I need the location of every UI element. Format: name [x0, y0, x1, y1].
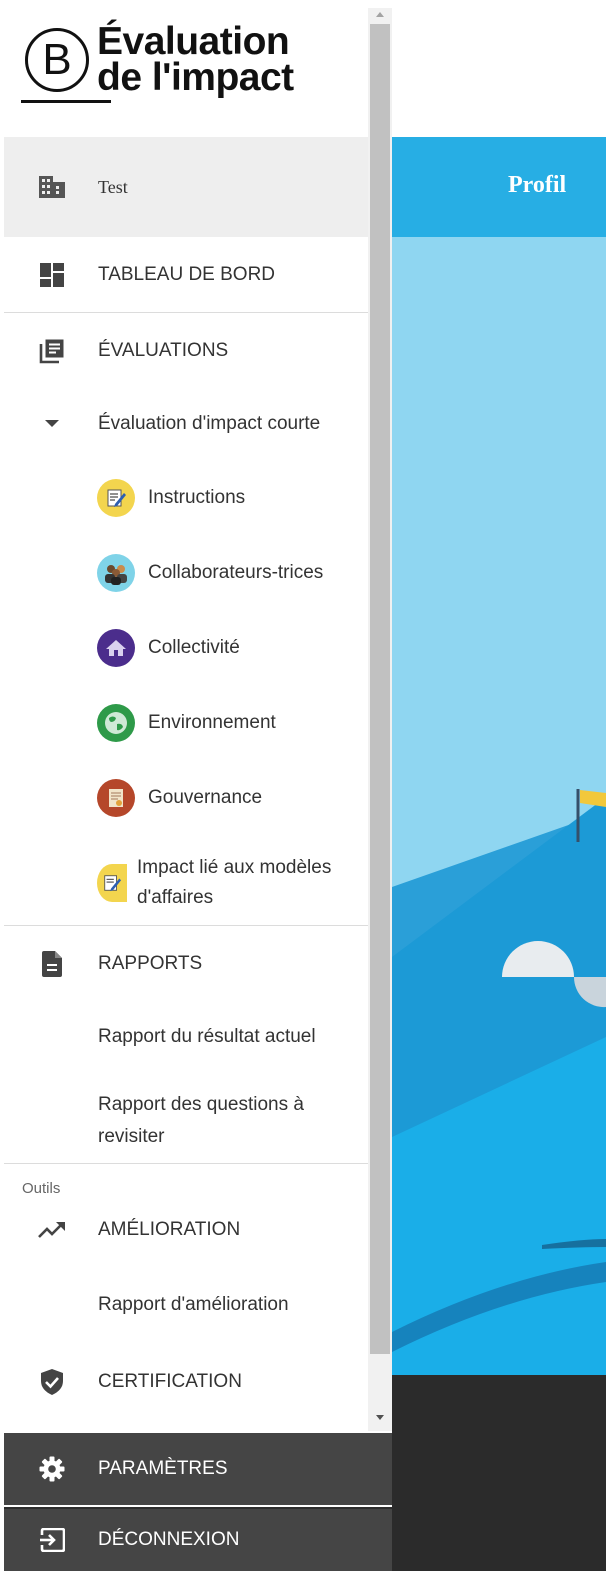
divider [4, 1163, 368, 1164]
logout-icon [38, 1526, 66, 1554]
sidebar-scroll-area: B Évaluation de l'impact Test TABLEAU DE… [4, 8, 368, 1431]
sidebar-item-label: CERTIFICATION [98, 1371, 242, 1392]
sidebar-item-instructions[interactable]: Instructions [4, 463, 368, 533]
sidebar-item-evaluation-group[interactable]: Évaluation d'impact courte [4, 389, 368, 459]
sidebar-item-label-line2: d'affaires [137, 887, 214, 908]
sidebar-item-label: Gouvernance [148, 787, 263, 808]
gear-icon [38, 1455, 66, 1483]
logo-title-line2: de l'impact [97, 56, 294, 99]
mountain-illustration [392, 789, 606, 1375]
sidebar-item-label: DÉCONNEXION [98, 1529, 240, 1550]
dashboard-icon [38, 261, 66, 289]
sidebar-item-settings[interactable]: PARAMÈTRES [4, 1433, 392, 1505]
trending-up-icon [38, 1216, 66, 1244]
sidebar-item-reports[interactable]: RAPPORTS [4, 926, 368, 1002]
hero-illustration [392, 237, 606, 1375]
sidebar-item-label: Collaborateurs-trices [148, 562, 324, 583]
sidebar-item-label: Test [98, 176, 128, 197]
footer [392, 1375, 606, 1571]
workers-icon [97, 554, 135, 592]
sidebar-item-improvement[interactable]: AMÉLIORATION [4, 1194, 368, 1266]
sidebar-item-evaluations[interactable]: ÉVALUATIONS [4, 313, 368, 389]
scroll-up-arrow-icon[interactable] [373, 8, 387, 22]
sidebar-item-improvement-report[interactable]: Rapport d'amélioration [4, 1270, 368, 1340]
sidebar-item-label: Collectivité [148, 637, 240, 658]
page-header [392, 137, 606, 237]
sidebar-item-label-line1: Rapport des questions à [98, 1094, 304, 1115]
sidebar-item-label-line1: Impact lié aux modèles [137, 857, 332, 878]
sidebar-item-revisit-questions-report[interactable]: Rapport des questions à revisiter [4, 1076, 368, 1166]
sidebar-item-label-line2: revisiter [98, 1126, 165, 1147]
sidebar-item-governance[interactable]: Gouvernance [4, 763, 368, 833]
governance-icon [97, 779, 135, 817]
sidebar-item-organization[interactable]: Test [4, 137, 368, 237]
sidebar-item-label: Rapport du résultat actuel [98, 1026, 316, 1047]
sidebar-item-logout[interactable]: DÉCONNEXION [4, 1509, 392, 1571]
environment-icon [97, 704, 135, 742]
sidebar-item-label: Évaluation d'impact courte [98, 413, 321, 434]
instructions-icon [97, 479, 135, 517]
sidebar: B Évaluation de l'impact Test TABLEAU DE… [4, 8, 392, 1571]
sidebar-item-environment[interactable]: Environnement [4, 688, 368, 758]
sidebar-item-label: ÉVALUATIONS [98, 340, 229, 361]
list-icon [38, 337, 66, 365]
scroll-down-arrow-icon[interactable] [373, 1410, 387, 1424]
logo-underline [21, 100, 111, 103]
sidebar-item-current-result-report[interactable]: Rapport du résultat actuel [4, 1002, 368, 1072]
sidebar-item-label: AMÉLIORATION [98, 1219, 241, 1240]
sidebar-item-label: Instructions [148, 487, 246, 508]
sidebar-item-label: Rapport d'amélioration [98, 1294, 289, 1315]
sidebar-item-label: TABLEAU DE BORD [98, 264, 276, 285]
sidebar-item-label: Environnement [148, 712, 276, 733]
page-title: Profil [508, 172, 567, 198]
sidebar-item-label: PARAMÈTRES [98, 1458, 228, 1479]
b-corp-mark: B [25, 28, 89, 92]
sidebar-item-community[interactable]: Collectivité [4, 613, 368, 683]
sidebar-item-workers[interactable]: Collaborateurs-trices [4, 538, 368, 608]
shield-check-icon [38, 1368, 66, 1396]
sidebar-scrollbar[interactable] [368, 8, 392, 1431]
sidebar-item-dashboard[interactable]: TABLEAU DE BORD [4, 237, 368, 313]
app-logo[interactable]: B Évaluation de l'impact [21, 22, 341, 112]
document-icon [38, 950, 66, 978]
business-model-icon [97, 864, 127, 902]
scrollbar-thumb[interactable] [370, 24, 390, 1354]
sidebar-item-certification[interactable]: CERTIFICATION [4, 1346, 368, 1418]
sidebar-item-label: RAPPORTS [98, 953, 203, 974]
building-icon [38, 173, 66, 201]
community-icon [97, 629, 135, 667]
main-content: Profil [392, 0, 606, 1571]
sidebar-item-business-model[interactable]: Impact lié aux modèles d'affaires [4, 843, 368, 923]
caret-down-icon [38, 410, 66, 438]
